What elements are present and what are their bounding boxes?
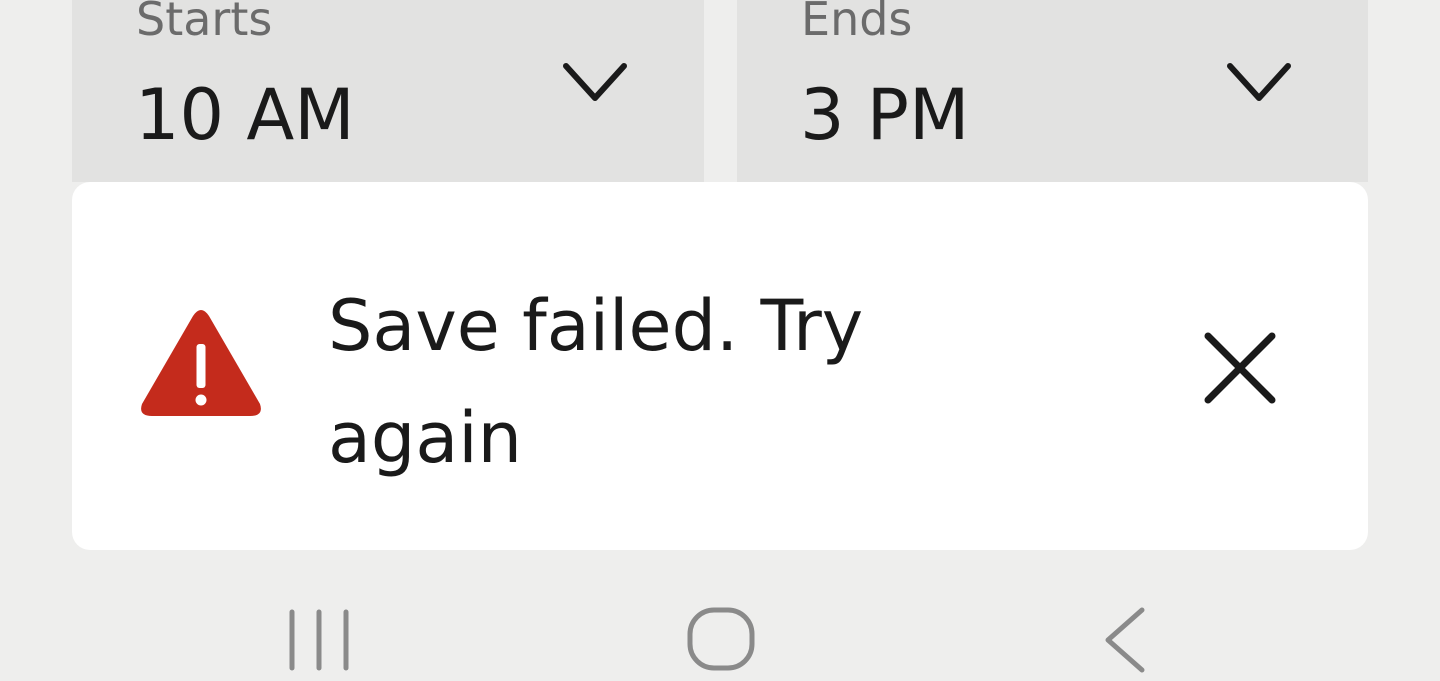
home-button[interactable] bbox=[661, 582, 781, 681]
starts-label: Starts bbox=[136, 0, 273, 46]
ends-time-dropdown[interactable]: Ends 3 PM bbox=[737, 0, 1368, 182]
close-icon bbox=[1204, 332, 1276, 404]
error-toast: Save failed. Try again bbox=[72, 182, 1368, 550]
chevron-down-icon bbox=[1227, 63, 1291, 101]
back-icon bbox=[1105, 607, 1145, 673]
system-navigation-bar bbox=[0, 582, 1440, 681]
ends-value: 3 PM bbox=[800, 74, 970, 156]
warning-triangle-icon bbox=[141, 310, 261, 416]
screen: Starts 10 AM Ends 3 PM Save failed. Try … bbox=[0, 0, 1440, 681]
ends-label: Ends bbox=[801, 0, 913, 46]
close-button[interactable] bbox=[1192, 322, 1288, 418]
recents-button[interactable] bbox=[260, 582, 380, 681]
home-icon bbox=[687, 607, 755, 671]
starts-time-dropdown[interactable]: Starts 10 AM bbox=[72, 0, 704, 182]
recents-icon bbox=[289, 609, 349, 671]
error-message: Save failed. Try again bbox=[328, 285, 864, 479]
back-button[interactable] bbox=[1064, 582, 1184, 681]
chevron-down-icon bbox=[563, 63, 627, 101]
starts-value: 10 AM bbox=[135, 74, 355, 156]
